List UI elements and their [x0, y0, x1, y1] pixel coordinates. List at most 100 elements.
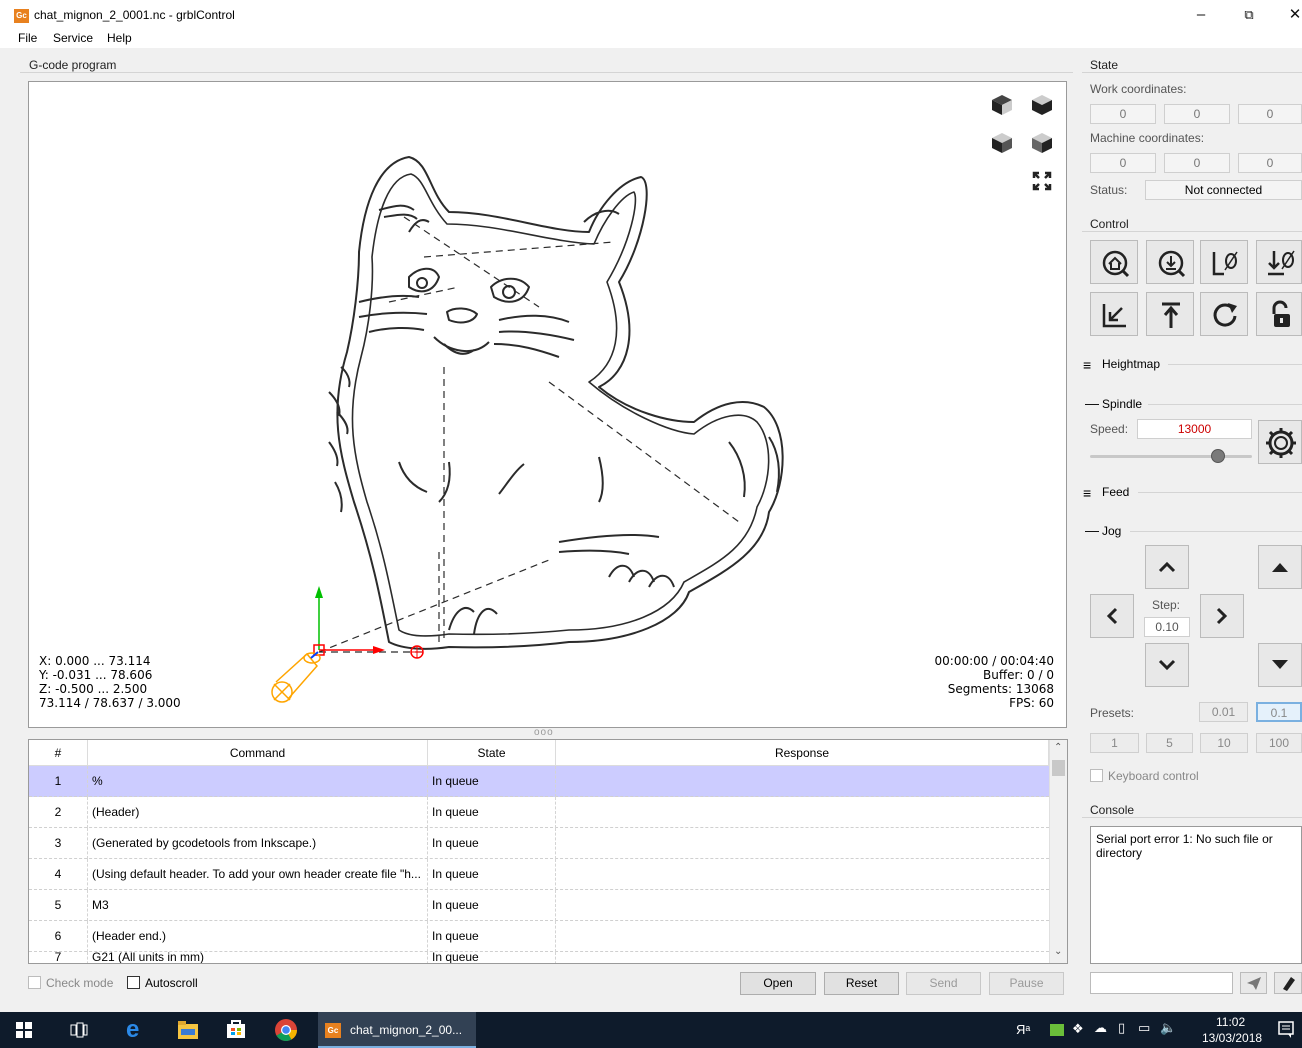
spindle-toggle-button[interactable] [1258, 420, 1302, 464]
zero-xy-icon [1212, 251, 1238, 276]
row-state: In queue [428, 859, 556, 890]
close-button[interactable]: ✕ [1280, 4, 1302, 26]
table-row[interactable]: 3 (Generated by gcodetools from Inkscape… [29, 828, 1049, 859]
nvidia-tray-icon[interactable] [1050, 1024, 1064, 1036]
feed-expand-icon[interactable]: ≡ [1083, 485, 1091, 501]
probe-icon [1158, 250, 1186, 278]
preset-0-1[interactable]: 0.1 [1256, 702, 1302, 722]
reset-controller-button[interactable] [1200, 292, 1248, 336]
scroll-down-icon[interactable]: ⌄ [1054, 946, 1062, 957]
triangle-up-icon [1272, 563, 1288, 572]
volume-tray-icon[interactable]: 🔈 [1160, 1020, 1176, 1036]
view-left-icon[interactable] [1027, 128, 1057, 158]
windows-start-icon[interactable] [16, 1022, 32, 1038]
preset-100[interactable]: 100 [1256, 733, 1302, 753]
zero-z-button[interactable] [1256, 240, 1302, 284]
preset-1[interactable]: 1 [1090, 733, 1139, 753]
jog-x-minus-button[interactable] [1090, 594, 1134, 638]
notifications-icon[interactable] [1278, 1021, 1294, 1039]
row-state: In queue [428, 952, 556, 963]
col-header-response[interactable]: Response [556, 740, 1049, 766]
open-button[interactable]: Open [740, 972, 816, 995]
chevron-right-icon [1216, 607, 1228, 625]
zero-xy-button[interactable] [1200, 240, 1248, 284]
refresh-icon [1213, 303, 1237, 327]
col-header-command[interactable]: Command [88, 740, 428, 766]
console-output[interactable]: Serial port error 1: No such file or dir… [1090, 826, 1302, 964]
jog-x-plus-button[interactable] [1200, 594, 1244, 638]
spindle-title[interactable]: Spindle [1102, 397, 1142, 411]
console-input[interactable] [1090, 972, 1233, 994]
minimize-button[interactable]: – [1186, 4, 1216, 26]
scroll-thumb[interactable] [1052, 760, 1065, 776]
table-row[interactable]: 4 (Using default header. To add your own… [29, 859, 1049, 890]
reset-button[interactable]: Reset [824, 972, 899, 995]
gcode-table[interactable]: # Command State Response 1 % In queue 2 … [28, 739, 1068, 964]
restore-origin-button[interactable] [1090, 292, 1138, 336]
slider-thumb[interactable] [1210, 449, 1225, 463]
jog-z-plus-button[interactable] [1258, 545, 1302, 589]
preset-5[interactable]: 5 [1146, 733, 1193, 753]
autoscroll-checkbox[interactable] [127, 976, 140, 989]
table-scrollbar[interactable]: ⌃ ⌄ [1049, 740, 1067, 963]
clock-date[interactable]: 13/03/2018 [1202, 1031, 1262, 1045]
console-send-button[interactable] [1240, 972, 1267, 994]
view-front-icon[interactable] [987, 128, 1017, 158]
table-row[interactable]: 6 (Header end.) In queue [29, 921, 1049, 952]
col-header-state[interactable]: State [428, 740, 556, 766]
preset-10[interactable]: 10 [1200, 733, 1248, 753]
send-button[interactable]: Send [906, 972, 981, 995]
heightmap-expand-icon[interactable]: ≡ [1083, 357, 1091, 373]
edge-browser-icon[interactable]: e [126, 1016, 139, 1044]
console-clear-button[interactable] [1274, 972, 1302, 994]
home-button[interactable] [1090, 240, 1138, 284]
file-explorer-icon[interactable] [178, 1021, 198, 1039]
keyboard-control-checkbox[interactable] [1090, 769, 1103, 782]
preset-0-01[interactable]: 0.01 [1199, 702, 1248, 722]
jog-y-plus-button[interactable] [1145, 545, 1189, 589]
table-row[interactable]: 2 (Header) In queue [29, 797, 1049, 828]
table-row[interactable]: 5 M3 In queue [29, 890, 1049, 921]
network-tray-icon[interactable]: ▭ [1138, 1020, 1150, 1036]
menu-service[interactable]: Service [53, 31, 93, 45]
heightmap-title[interactable]: Heightmap [1102, 357, 1160, 371]
gcode-viewer[interactable]: X: 0.000 ... 73.114 Y: -0.031 ... 78.606… [28, 81, 1067, 728]
spindle-speed-slider[interactable] [1090, 449, 1252, 463]
unlock-button[interactable] [1256, 292, 1302, 336]
chrome-icon[interactable] [274, 1018, 298, 1042]
taskbar-app-button[interactable]: Gc chat_mignon_2_00... [318, 1012, 476, 1048]
people-icon[interactable]: Яᵃ [1016, 1022, 1030, 1037]
menu-help[interactable]: Help [107, 31, 132, 45]
jog-z-minus-button[interactable] [1258, 643, 1302, 687]
probe-button[interactable] [1146, 240, 1194, 284]
battery-tray-icon[interactable]: ▯ [1118, 1020, 1125, 1036]
state-group-frame [1082, 72, 1302, 73]
col-header-num[interactable]: # [29, 740, 88, 766]
spindle-speed-field[interactable]: 13000 [1137, 419, 1252, 439]
step-field[interactable]: 0.10 [1144, 617, 1190, 637]
check-mode-checkbox[interactable] [28, 976, 41, 989]
view-top-icon[interactable] [1027, 90, 1057, 120]
pause-button[interactable]: Pause [989, 972, 1064, 995]
fit-view-icon[interactable] [1027, 166, 1057, 196]
jog-y-minus-button[interactable] [1145, 643, 1189, 687]
clock-time[interactable]: 11:02 [1216, 1015, 1245, 1029]
spindle-collapse-icon[interactable]: — [1085, 395, 1099, 411]
scroll-up-icon[interactable]: ⌃ [1054, 742, 1062, 753]
onedrive-tray-icon[interactable]: ☁ [1094, 1020, 1107, 1036]
jog-title[interactable]: Jog [1102, 524, 1121, 538]
feed-title[interactable]: Feed [1102, 485, 1129, 499]
dropbox-tray-icon[interactable]: ❖ [1072, 1021, 1084, 1037]
restore-button[interactable]: ⧉ [1234, 4, 1264, 26]
table-row[interactable]: 7 G21 (All units in mm) In queue [29, 952, 1049, 963]
menu-file[interactable]: File [18, 31, 37, 45]
store-icon[interactable] [226, 1019, 246, 1039]
heightmap-divider [1168, 364, 1302, 365]
splitter-handle[interactable]: ooo [534, 727, 554, 738]
table-row[interactable]: 1 % In queue [29, 766, 1049, 797]
view-isometric-icon[interactable] [987, 90, 1017, 120]
bounds-size: 73.114 / 78.637 / 3.000 [39, 696, 181, 710]
task-view-icon[interactable] [70, 1022, 88, 1038]
jog-collapse-icon[interactable]: — [1085, 522, 1099, 538]
safe-position-button[interactable] [1146, 292, 1194, 336]
